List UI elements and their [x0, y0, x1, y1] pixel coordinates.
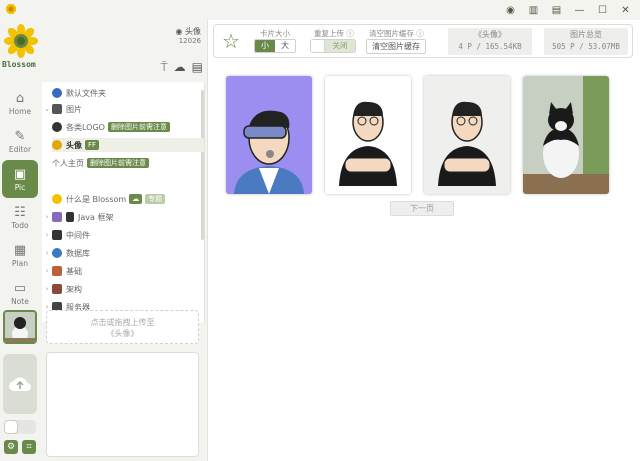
current-image-thumbnail[interactable]: [3, 310, 37, 344]
maximize-button[interactable]: ☐: [596, 4, 609, 17]
todo-icon: ☷: [14, 204, 26, 220]
tree-item-logos[interactable]: 各类LOGO 删除图片前需注意: [52, 120, 170, 134]
tree-item-avatar[interactable]: 头像 FF: [52, 138, 204, 152]
layout-icon[interactable]: ▥: [527, 4, 540, 17]
folder-icon: [52, 88, 62, 98]
nav-pic[interactable]: ▣ Pic: [2, 160, 38, 198]
framework-icon: [52, 212, 62, 222]
document-icon[interactable]: ▤: [192, 60, 203, 75]
image-gallery: ☆ 卡片大小 小 大 重复上传 ⓘ 关闭 清空图片缓存 ⓘ 清空图片缓存 《头像…: [207, 20, 640, 461]
next-page-button[interactable]: 下一页: [390, 201, 454, 216]
calendar-icon: ▦: [13, 242, 27, 258]
avatar-image-vr: [226, 76, 312, 194]
cloud-tag: ☁: [129, 194, 143, 204]
tree-item-what-is-blossom[interactable]: 什么是 Blossom ☁ 专题: [42, 192, 166, 206]
upload-drop-zone[interactable]: 点击或拖拽上传至 《头像》: [46, 310, 199, 344]
tree-item-database[interactable]: › 数据库: [42, 246, 90, 260]
user-info: ◉ 头像 12026: [175, 26, 201, 45]
chevron-right-icon[interactable]: ›: [42, 267, 52, 275]
total-stats: 图片总览 505 P / 53.07MB: [544, 28, 628, 55]
nav-home[interactable]: ⌂ Home: [2, 84, 38, 122]
cat-photo: [523, 76, 609, 194]
blossom-logo: [4, 24, 38, 58]
java-icon: [66, 212, 74, 222]
image-preview-area: [46, 352, 199, 457]
chevron-right-icon[interactable]: ›: [42, 231, 52, 239]
image-card[interactable]: [325, 76, 411, 194]
tree-item-default-folder[interactable]: 默认文件夹: [42, 86, 106, 100]
title-bar: ◉ ▥ ▤ — ☐ ✕: [0, 0, 640, 20]
chevron-right-icon[interactable]: ›: [42, 285, 52, 293]
computer-icon: [52, 230, 62, 240]
tree-item-basics[interactable]: › 基础: [42, 264, 82, 278]
chevron-right-icon[interactable]: ›: [42, 249, 52, 257]
tree-item-architecture[interactable]: › 架构: [42, 282, 82, 296]
nav-note[interactable]: ▭ Note: [2, 274, 38, 312]
clear-cache-button[interactable]: 清空图片缓存: [366, 39, 426, 54]
chevron-down-icon[interactable]: ⌄: [42, 105, 52, 113]
gallery-toolbar: ☆ 卡片大小 小 大 重复上传 ⓘ 关闭 清空图片缓存 ⓘ 清空图片缓存 《头像…: [213, 24, 633, 58]
upload-button[interactable]: [3, 354, 37, 414]
folder-stats: 《头像》 4 P / 165.54KB: [448, 28, 532, 55]
image-card[interactable]: [226, 76, 312, 194]
avatar-image-crossed-arms: [325, 76, 411, 194]
nav-todo[interactable]: ☷ Todo: [2, 198, 38, 236]
record-icon[interactable]: ◉: [504, 4, 517, 17]
settings-icon[interactable]: ⚙: [4, 440, 18, 454]
left-nav: Blossom ⌂ Home ✎ Editor ▣ Pic ☷ Todo ▦ P…: [0, 20, 40, 461]
image-folder-icon: [52, 104, 62, 114]
close-button[interactable]: ✕: [619, 4, 632, 17]
minimize-button[interactable]: —: [573, 4, 586, 17]
notice-tag: 删除图片前需注意: [107, 122, 170, 132]
image-card[interactable]: [424, 76, 510, 194]
ff-tag: FF: [85, 140, 100, 150]
star-icon[interactable]: ☆: [222, 30, 240, 52]
image-icon: ▣: [13, 166, 27, 182]
reupload-switch[interactable]: 关闭: [310, 39, 356, 53]
bricks-icon: [52, 266, 62, 276]
card-size-toggle: 小 大: [254, 39, 296, 53]
avatar-folder-icon: [52, 140, 62, 150]
chevron-right-icon[interactable]: ›: [42, 213, 52, 221]
app-name: Blossom: [2, 60, 36, 69]
nav-plan[interactable]: ▦ Plan: [2, 236, 38, 274]
pen-icon: ✎: [14, 128, 26, 144]
tree-item-images[interactable]: ⌄ 图片: [42, 102, 82, 116]
theme-toggle[interactable]: [4, 420, 36, 434]
notice-tag: 删除图片前需注意: [87, 158, 149, 168]
crop-icon[interactable]: ⌗: [22, 440, 36, 454]
panel-icon[interactable]: ▤: [550, 4, 563, 17]
tree-item-java-framework[interactable]: › Java 框架: [42, 210, 113, 224]
building-icon: [52, 284, 62, 294]
tree-item-middleware[interactable]: › 中间件: [42, 228, 90, 242]
database-icon: [52, 248, 62, 258]
cloud-upload-icon: [9, 377, 31, 391]
tree-item-homepage[interactable]: 个人主页 删除图片前需注意: [52, 156, 149, 170]
user-code: 12026: [178, 37, 201, 45]
nav-editor[interactable]: ✎ Editor: [2, 122, 38, 160]
avatar-icon: ◉: [175, 27, 183, 36]
app-icon: [5, 3, 17, 15]
tree-scrollbar[interactable]: [201, 90, 204, 240]
logo-folder-icon: [52, 122, 62, 132]
image-card[interactable]: [523, 76, 609, 194]
blossom-icon: [52, 194, 62, 204]
folder-panel: ◉ 头像 12026 ⍑ ☁ ▤ 默认文件夹 ⌄ 图片 各类LOGO 删除图片前…: [42, 20, 207, 461]
size-small-button[interactable]: 小: [255, 40, 275, 52]
user-name: 头像: [185, 27, 201, 36]
size-large-button[interactable]: 大: [275, 40, 295, 52]
pin-icon[interactable]: ⍑: [160, 60, 167, 75]
home-icon: ⌂: [15, 90, 25, 106]
ticket-icon: ▭: [13, 280, 27, 296]
cloud-sync-icon[interactable]: ☁: [174, 60, 186, 75]
avatar-image-crossed-arms-gray: [424, 76, 510, 194]
topic-tag: 专题: [145, 194, 166, 204]
folder-tree: 默认文件夹 ⌄ 图片 各类LOGO 删除图片前需注意 头像 FF 个人主页 删除…: [42, 82, 205, 322]
